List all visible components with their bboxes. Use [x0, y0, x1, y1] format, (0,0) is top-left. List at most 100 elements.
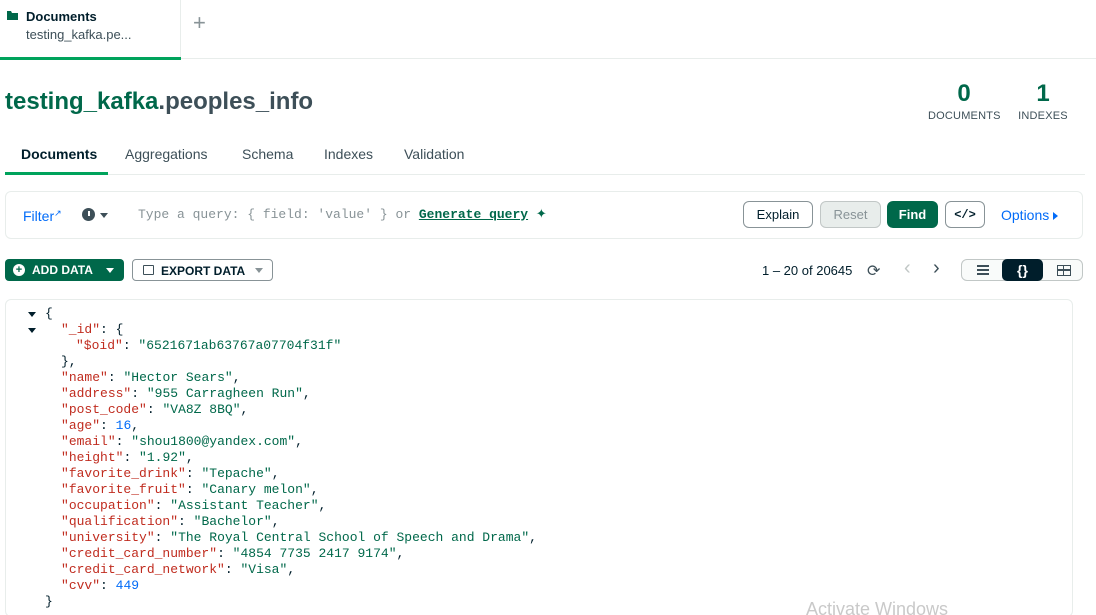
json-line: }, [61, 354, 77, 369]
external-link-icon: ↗ [54, 208, 62, 218]
chevron-down-icon [106, 268, 114, 273]
tab-schema[interactable]: Schema [242, 146, 293, 162]
export-icon [143, 265, 154, 275]
field-key: credit_card_number [68, 546, 210, 561]
tab-documents-view[interactable]: Documents [21, 146, 97, 162]
collapse-toggle-icon[interactable] [28, 328, 36, 333]
collection-tabs: Documents Aggregations Schema Indexes Va… [5, 138, 1085, 175]
documents-stat: 0 DOCUMENTS [928, 80, 1001, 122]
add-data-button[interactable]: + ADD DATA [5, 259, 124, 281]
field-value: Canary melon [209, 482, 303, 497]
json-field-credit-card-number: "credit_card_number": "4854 7735 2417 91… [61, 546, 405, 561]
json-field-age: "age": 16, [61, 418, 140, 433]
sparkle-icon: ✦ [535, 207, 547, 222]
add-data-label: ADD DATA [32, 263, 93, 277]
field-value: Assistant Teacher [178, 498, 311, 513]
list-view-button[interactable] [962, 259, 1003, 281]
refresh-icon[interactable]: ⟳ [867, 261, 880, 281]
field-value: 449 [115, 578, 140, 593]
tab-indexes[interactable]: Indexes [324, 146, 373, 162]
explain-button[interactable]: Explain [743, 201, 813, 228]
tab-aggregations[interactable]: Aggregations [125, 146, 208, 162]
tab-subtitle: testing_kafka.pe... [26, 27, 132, 42]
json-line: { [6, 306, 1072, 322]
json-field-university: "university": "The Royal Central School … [61, 530, 537, 545]
field-key: address [68, 386, 124, 401]
field-key: favorite_drink [68, 466, 179, 481]
collection-name: .peoples_info [158, 88, 314, 115]
field-key: credit_card_network [68, 562, 218, 577]
filter-label: Filter [23, 208, 55, 224]
field-key: favorite_fruit [68, 482, 179, 497]
code-view-button[interactable]: </> [945, 201, 985, 228]
query-input[interactable]: Type a query: { field: 'value' } or Gene… [138, 207, 547, 222]
database-name: testing_kafka [5, 88, 159, 115]
field-key: qualification [68, 514, 171, 529]
json-field-favorite-drink: "favorite_drink": "Tepache", [61, 466, 280, 481]
field-key: university [68, 530, 147, 545]
table-icon [1056, 264, 1071, 276]
field-value: The Royal Central School of Speech and D… [178, 530, 522, 545]
filter-link[interactable]: Filter↗ [23, 208, 62, 224]
field-value: Tepache [209, 466, 264, 481]
json-field-credit-card-network: "credit_card_network": "Visa", [61, 562, 296, 577]
previous-page-icon[interactable]: ‹ [904, 258, 911, 278]
list-icon [976, 265, 989, 275]
json-field-email: "email": "shou1800@yandex.com", [61, 434, 303, 449]
field-value: 955 Carragheen Run [154, 386, 296, 401]
folder-icon [7, 11, 18, 20]
field-key: occupation [68, 498, 147, 513]
caret-right-icon [1053, 212, 1059, 220]
json-field-cvv: "cvv": 449 [61, 578, 140, 593]
tab-strip: Documents testing_kafka.pe... + [0, 0, 1096, 60]
json-field-post-code: "post_code": "VA8Z 8BQ", [61, 402, 249, 417]
field-value: 1.92 [146, 450, 179, 465]
field-key: post_code [68, 402, 140, 417]
next-page-icon[interactable]: › [933, 258, 940, 278]
query-bar: Filter↗ Type a query: { field: 'value' }… [5, 191, 1083, 239]
indexes-count: 1 [1036, 80, 1050, 107]
active-subtab-indicator [5, 172, 108, 175]
add-tab-button[interactable]: + [193, 12, 206, 34]
tab-validation[interactable]: Validation [404, 146, 464, 162]
field-value: 4854 7735 2417 9174 [240, 546, 389, 561]
generate-query-link[interactable]: Generate query [419, 207, 528, 222]
chevron-down-icon [255, 268, 263, 273]
oid-value: 6521671ab63767a07704f31f [146, 338, 334, 353]
query-placeholder: Type a query: { field: 'value' } or [138, 207, 412, 222]
field-key: name [68, 370, 101, 385]
json-line: "$oid": "6521671ab63767a07704f31f" [76, 338, 342, 353]
active-tab-indicator [0, 57, 181, 60]
view-toggle: {} [961, 259, 1083, 281]
indexes-stat: 1 INDEXES [1018, 80, 1068, 122]
collapse-toggle-icon[interactable] [28, 312, 36, 317]
document-json: { "_id": { "$oid": "6521671ab63767a07704… [6, 306, 1072, 610]
table-view-button[interactable] [1043, 259, 1084, 281]
documents-count: 0 [957, 80, 971, 107]
field-key: cvv [68, 578, 93, 593]
export-data-button[interactable]: EXPORT DATA [132, 259, 273, 281]
indexes-label: INDEXES [1018, 110, 1068, 122]
pagination-summary: 1 – 20 of 20645 [762, 263, 853, 278]
field-value: Visa [248, 562, 280, 577]
chevron-down-icon[interactable] [100, 213, 108, 218]
json-field-address: "address": "955 Carragheen Run", [61, 386, 311, 401]
find-button[interactable]: Find [887, 201, 938, 228]
activate-windows-watermark: Activate Windows [806, 599, 949, 615]
document-card[interactable]: { "_id": { "$oid": "6521671ab63767a07704… [5, 299, 1073, 615]
options-toggle[interactable]: Options [1001, 207, 1059, 223]
json-field-favorite-fruit: "favorite_fruit": "Canary melon", [61, 482, 319, 497]
reset-button[interactable]: Reset [820, 201, 881, 228]
query-history-icon[interactable] [82, 208, 95, 221]
options-label: Options [1001, 207, 1050, 223]
json-view-button[interactable]: {} [1002, 259, 1043, 281]
field-value: Hector Sears [131, 370, 225, 385]
documents-label: DOCUMENTS [928, 110, 1001, 122]
json-line: "_id": { [6, 322, 1072, 338]
json-field-occupation: "occupation": "Assistant Teacher", [61, 498, 327, 513]
field-key: height [68, 450, 116, 465]
tab-documents[interactable]: Documents testing_kafka.pe... [0, 0, 181, 60]
field-value: Bachelor [201, 514, 264, 529]
json-field-name: "name": "Hector Sears", [61, 370, 241, 385]
braces-icon: {} [1017, 262, 1028, 278]
